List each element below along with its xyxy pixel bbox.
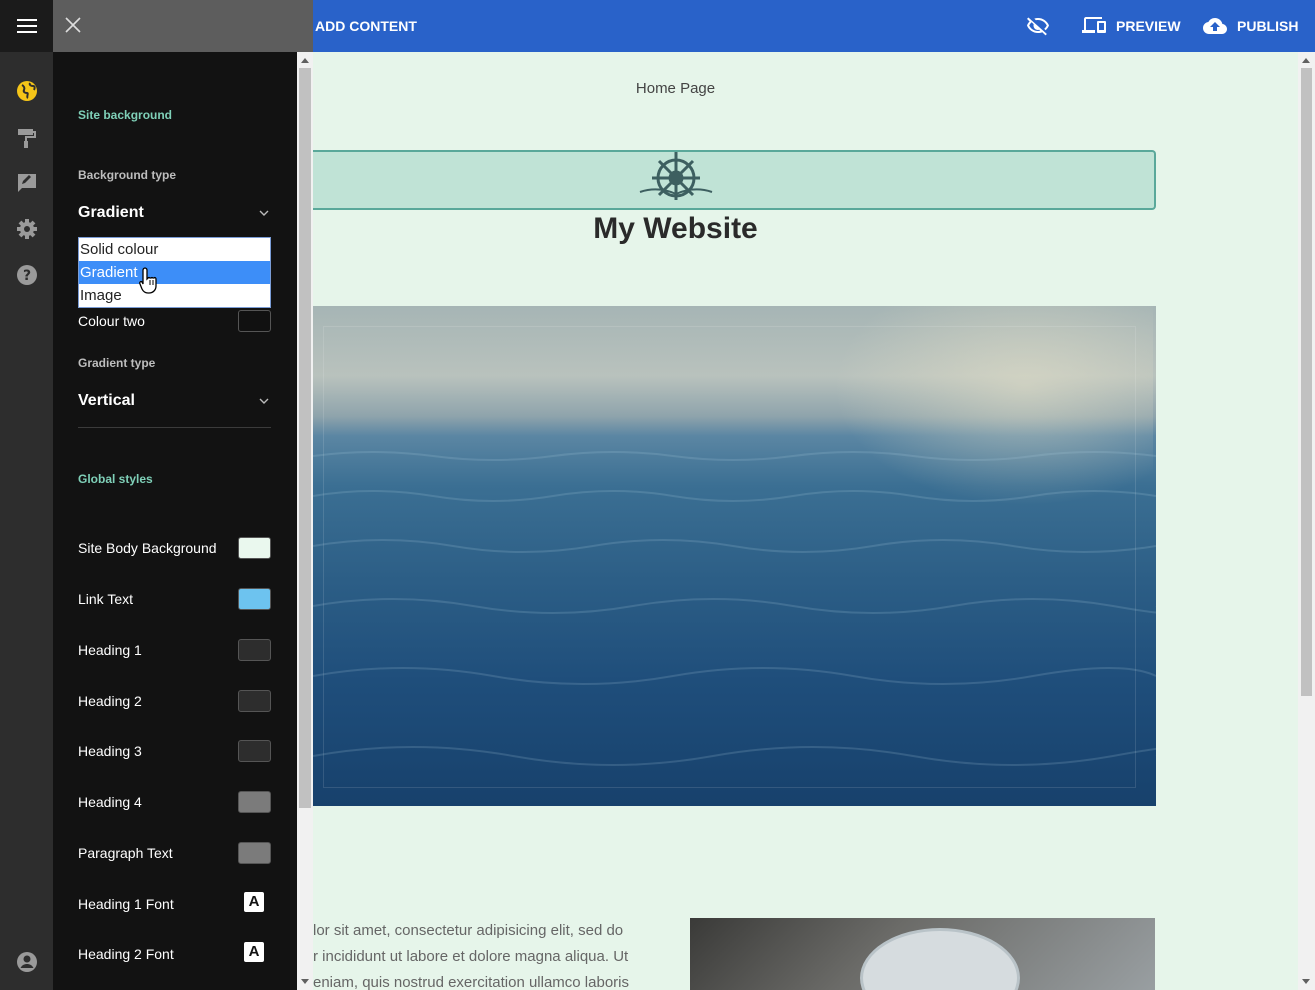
help-icon[interactable]: ? bbox=[16, 264, 38, 286]
hero-frame bbox=[323, 326, 1136, 788]
color-swatch[interactable] bbox=[238, 537, 271, 559]
style-label: Heading 4 bbox=[78, 794, 142, 810]
hide-button[interactable] bbox=[1026, 0, 1060, 52]
nav-home-link[interactable]: Home Page bbox=[313, 80, 1038, 97]
eye-off-icon bbox=[1027, 17, 1049, 36]
devices-icon bbox=[1082, 17, 1106, 33]
background-type-value: Gradient bbox=[78, 204, 144, 221]
scroll-up-icon[interactable] bbox=[1302, 58, 1310, 63]
color-swatch[interactable] bbox=[238, 690, 271, 712]
panel-scrollbar[interactable] bbox=[297, 52, 313, 990]
style-label: Site Body Background bbox=[78, 540, 217, 556]
color-swatch[interactable] bbox=[238, 639, 271, 661]
color-swatch[interactable] bbox=[238, 842, 271, 864]
svg-text:?: ? bbox=[23, 268, 31, 284]
gear-icon[interactable] bbox=[16, 218, 38, 240]
ship-wheel-logo bbox=[639, 152, 713, 200]
gradient-type-select[interactable]: Vertical bbox=[78, 388, 271, 428]
style-label: Heading 1 bbox=[78, 642, 142, 658]
style-label: Heading 2 Font bbox=[78, 946, 174, 962]
style-label: Heading 2 bbox=[78, 693, 142, 709]
section-site-background: Site background bbox=[78, 108, 173, 122]
style-row-heading-1-font[interactable]: Heading 1 Font A bbox=[78, 892, 271, 915]
style-label: Heading 1 Font bbox=[78, 896, 174, 912]
background-type-label: Background type bbox=[78, 168, 177, 182]
settings-panel: Site background Background type Gradient… bbox=[53, 0, 313, 990]
preview-button[interactable]: PREVIEW bbox=[1082, 0, 1181, 52]
cloud-upload-icon bbox=[1203, 18, 1227, 34]
para-line: r incididunt ut labore et dolore magna a… bbox=[313, 948, 629, 965]
section-global-styles: Global styles bbox=[78, 472, 153, 486]
font-icon[interactable]: A bbox=[244, 942, 264, 962]
scroll-thumb[interactable] bbox=[1301, 68, 1312, 696]
hamburger-icon bbox=[16, 19, 37, 33]
dropdown-option-gradient[interactable]: Gradient bbox=[79, 261, 270, 284]
style-label: Paragraph Text bbox=[78, 845, 173, 861]
colour-two-row[interactable]: Colour two bbox=[78, 310, 271, 332]
font-icon[interactable]: A bbox=[244, 892, 264, 912]
style-row-site-body-background[interactable]: Site Body Background bbox=[78, 537, 271, 559]
color-swatch[interactable] bbox=[238, 791, 271, 813]
scroll-thumb[interactable] bbox=[299, 68, 311, 808]
menu-button[interactable] bbox=[0, 0, 53, 52]
dropdown-option-image[interactable]: Image bbox=[79, 284, 270, 307]
page-canvas: Home Page My Website lor sit amet, conse… bbox=[313, 52, 1298, 990]
style-row-heading-3[interactable]: Heading 3 bbox=[78, 740, 271, 762]
chevron-down-icon bbox=[259, 398, 269, 404]
scroll-up-icon[interactable] bbox=[301, 58, 309, 63]
close-icon[interactable] bbox=[65, 17, 81, 33]
color-swatch[interactable] bbox=[238, 588, 271, 610]
food-image[interactable] bbox=[690, 918, 1155, 990]
globe-icon[interactable] bbox=[16, 80, 38, 102]
page-scrollbar[interactable] bbox=[1298, 52, 1315, 990]
add-content-button[interactable]: ADD CONTENT bbox=[315, 0, 417, 52]
food-plate bbox=[860, 928, 1020, 990]
site-title[interactable]: My Website bbox=[313, 212, 1038, 246]
scroll-down-icon[interactable] bbox=[1302, 979, 1310, 984]
scroll-down-icon[interactable] bbox=[301, 979, 309, 984]
background-type-dropdown: Solid colour Gradient Image bbox=[78, 237, 271, 308]
colour-two-swatch[interactable] bbox=[238, 310, 271, 332]
account-icon[interactable] bbox=[16, 951, 38, 973]
gradient-type-label: Gradient type bbox=[78, 356, 156, 370]
hero-image-ocean[interactable] bbox=[313, 306, 1156, 806]
hand-cursor-icon bbox=[139, 267, 157, 294]
body-paragraph[interactable]: lor sit amet, consectetur adipisicing el… bbox=[313, 918, 663, 990]
publish-label: PUBLISH bbox=[1237, 18, 1299, 34]
para-line: eniam, quis nostrud exercitation ullamco… bbox=[313, 974, 629, 990]
style-row-heading-2[interactable]: Heading 2 bbox=[78, 690, 271, 712]
dropdown-option-solid-colour[interactable]: Solid colour bbox=[79, 238, 270, 261]
style-row-paragraph-text[interactable]: Paragraph Text bbox=[78, 842, 271, 864]
background-type-select[interactable]: Gradient bbox=[78, 200, 271, 240]
style-label: Heading 3 bbox=[78, 743, 142, 759]
gradient-type-value: Vertical bbox=[78, 392, 135, 409]
feedback-icon[interactable] bbox=[16, 172, 38, 194]
style-label: Link Text bbox=[78, 591, 133, 607]
panel-header bbox=[53, 0, 313, 52]
para-line: lor sit amet, consectetur adipisicing el… bbox=[313, 922, 624, 939]
color-swatch[interactable] bbox=[238, 740, 271, 762]
colour-two-label: Colour two bbox=[78, 313, 145, 329]
style-row-heading-4[interactable]: Heading 4 bbox=[78, 791, 271, 813]
style-row-link-text[interactable]: Link Text bbox=[78, 588, 271, 610]
paint-roller-icon[interactable] bbox=[16, 127, 38, 149]
chevron-down-icon bbox=[259, 210, 269, 216]
publish-button[interactable]: PUBLISH bbox=[1203, 0, 1298, 52]
left-rail: ? bbox=[0, 0, 53, 990]
preview-label: PREVIEW bbox=[1116, 18, 1181, 34]
style-row-heading-1[interactable]: Heading 1 bbox=[78, 639, 271, 661]
header-banner bbox=[313, 150, 1156, 210]
style-row-heading-2-font[interactable]: Heading 2 Font A bbox=[78, 942, 271, 965]
